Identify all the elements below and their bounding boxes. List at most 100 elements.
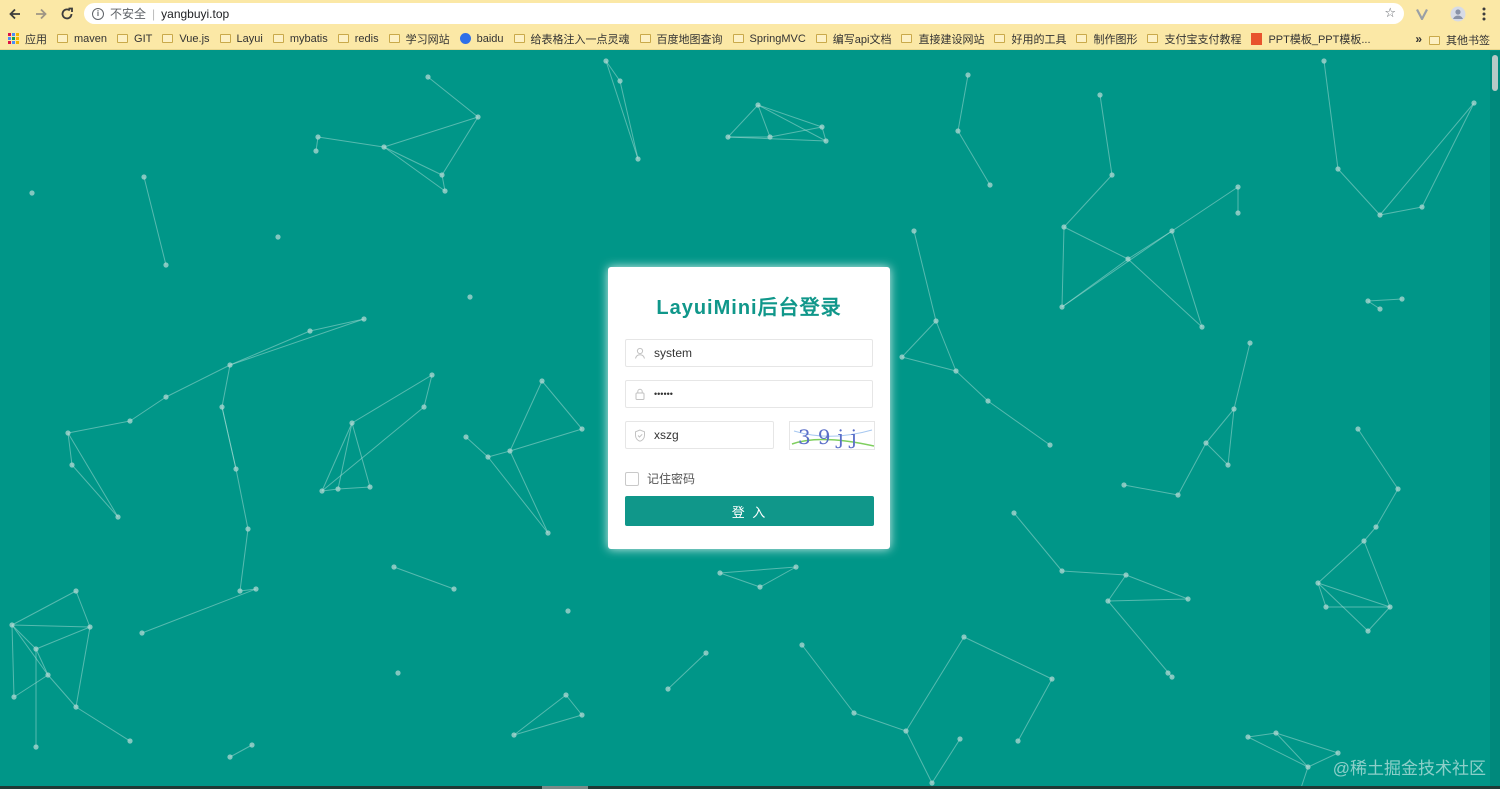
bookmark-item[interactable]: Layui <box>219 32 263 45</box>
network-dot <box>227 754 233 760</box>
browser-menu-icon[interactable] <box>1474 4 1494 24</box>
other-bookmarks-folder[interactable]: 其他书签 <box>1429 32 1490 48</box>
network-dot <box>69 462 75 468</box>
network-line <box>957 74 969 132</box>
scrollbar-thumb[interactable] <box>1492 55 1498 91</box>
bookmark-item[interactable]: 学习网站 <box>388 31 450 47</box>
site-info-icon[interactable]: i <box>92 7 104 20</box>
network-dot <box>1245 734 1251 740</box>
captcha-input[interactable]: xszg <box>625 421 774 449</box>
profile-avatar-icon[interactable] <box>1448 4 1468 24</box>
network-line <box>309 318 365 332</box>
username-input[interactable]: system <box>625 339 873 367</box>
network-line <box>317 136 385 148</box>
page-scrollbar[interactable] <box>1490 51 1500 789</box>
network-line <box>853 712 907 732</box>
network-dot <box>29 190 35 196</box>
network-line <box>487 450 511 458</box>
network-dot <box>635 156 641 162</box>
extension-v-icon[interactable] <box>1412 4 1432 24</box>
bookmark-item[interactable]: 制作图形 <box>1076 31 1137 47</box>
network-line <box>727 136 827 142</box>
bookmark-item[interactable]: PPT模板_PPT模板... <box>1251 31 1371 47</box>
network-line <box>141 588 257 634</box>
bookmark-item[interactable]: GIT <box>117 33 152 45</box>
network-dot <box>335 486 341 492</box>
network-dot <box>1273 730 1279 736</box>
captcha-image[interactable]: 39jj <box>789 421 875 450</box>
network-dot <box>1047 442 1053 448</box>
network-dot <box>1109 172 1115 178</box>
address-bar[interactable]: i 不安全 | yangbuyi.top ☆ <box>84 3 1404 24</box>
network-dot <box>11 694 17 700</box>
network-dot <box>65 430 71 436</box>
bookmark-item[interactable]: redis <box>337 33 379 45</box>
network-dot <box>1235 184 1241 190</box>
login-submit-button[interactable]: 登 入 <box>625 496 874 526</box>
folder-icon <box>57 34 68 43</box>
bookmark-star-icon[interactable]: ☆ <box>1384 5 1396 21</box>
network-dot <box>227 362 233 368</box>
bookmark-item[interactable]: 百度地图查询 <box>639 31 723 47</box>
folder-icon <box>639 34 651 43</box>
network-line <box>1357 428 1399 490</box>
network-dot <box>511 732 517 738</box>
network-line <box>67 420 131 434</box>
network-line <box>1227 408 1235 466</box>
bookmark-item[interactable]: Vue.js <box>162 33 210 45</box>
network-dot <box>33 744 39 750</box>
password-value: •••••• <box>654 389 673 399</box>
bookmark-item[interactable]: baidu <box>459 33 504 45</box>
bookmark-label: Layui <box>236 32 263 45</box>
network-dot <box>1169 228 1175 234</box>
network-line <box>757 104 823 128</box>
password-input[interactable]: •••••• <box>625 380 873 408</box>
network-dot <box>539 378 545 384</box>
bookmark-item[interactable]: 好用的工具 <box>994 31 1066 47</box>
login-card: LayuiMini后台登录 system •••••• xszg 39jj 记住… <box>608 267 890 549</box>
network-dot <box>933 318 939 324</box>
network-dot <box>485 454 491 460</box>
bookmark-item[interactable]: SpringMVC <box>732 33 806 45</box>
network-line <box>11 624 91 628</box>
network-line <box>513 694 567 736</box>
network-dot <box>903 728 909 734</box>
network-line <box>129 396 167 422</box>
bookmark-item[interactable]: maven <box>57 33 107 45</box>
bookmark-item[interactable]: 应用 <box>8 31 47 47</box>
bookmark-item[interactable]: 直接建设网站 <box>901 31 984 47</box>
bookmark-item[interactable]: 编写api文档 <box>815 31 891 47</box>
network-dot <box>955 128 961 134</box>
network-dot <box>315 134 321 140</box>
folder-icon <box>732 34 744 43</box>
network-dot <box>349 420 355 426</box>
remember-password-checkbox[interactable]: 记住密码 <box>625 470 695 487</box>
bookmark-label: PPT模板_PPT模板... <box>1268 33 1371 46</box>
bookmark-item[interactable]: 支付宝支付教程 <box>1147 31 1241 47</box>
network-dot <box>425 74 431 80</box>
network-line <box>75 626 91 708</box>
network-line <box>1367 606 1391 632</box>
bookmark-item[interactable]: mybatis <box>272 33 328 45</box>
network-dot <box>439 172 445 178</box>
network-line <box>383 146 443 176</box>
network-dot <box>1387 604 1393 610</box>
more-bookmarks-button[interactable]: » <box>1415 32 1422 46</box>
network-line <box>75 706 131 742</box>
lock-icon <box>626 388 654 400</box>
network-line <box>1337 168 1381 216</box>
folder-icon <box>815 34 827 43</box>
network-dot <box>463 434 469 440</box>
network-line <box>1375 488 1399 528</box>
network-dot <box>1105 598 1111 604</box>
bookmark-item[interactable]: 给表格注入一点灵魂 <box>513 31 630 47</box>
network-line <box>1363 540 1391 608</box>
shield-icon <box>626 428 654 442</box>
forward-button[interactable] <box>30 3 52 25</box>
back-button[interactable] <box>4 3 26 25</box>
network-dot <box>987 182 993 188</box>
network-line <box>1061 230 1173 308</box>
reload-button[interactable] <box>56 3 78 25</box>
network-line <box>1107 598 1189 602</box>
bookmark-label: 支付宝支付教程 <box>1164 33 1242 46</box>
